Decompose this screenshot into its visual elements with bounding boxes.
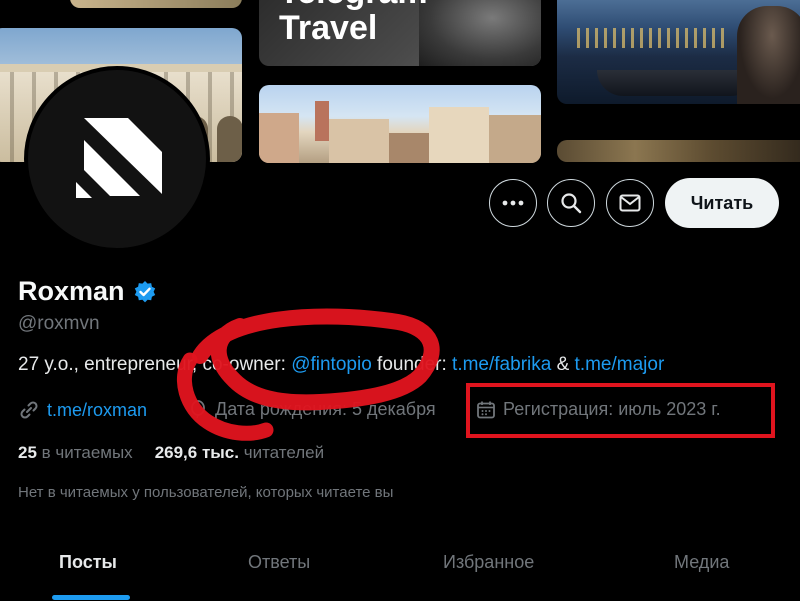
- roxman-logo-icon: [76, 118, 162, 198]
- followers-you-know-note: Нет в читаемых у пользователей, которых …: [18, 484, 394, 501]
- website-item: t.me/roxman: [18, 399, 147, 421]
- banner-photo-bottom-right: [557, 140, 800, 162]
- following-link[interactable]: 25 в читаемых: [18, 443, 133, 462]
- verified-badge-icon[interactable]: [133, 280, 157, 309]
- envelope-icon: [619, 194, 641, 212]
- handle: @roxmvn: [18, 313, 100, 334]
- red-box-annotation: [466, 383, 775, 438]
- search-icon: [561, 193, 582, 214]
- banner-photo-venice: [259, 85, 541, 163]
- more-button[interactable]: [489, 179, 537, 227]
- red-scribble-annotation: [176, 308, 440, 441]
- following-count: 25: [18, 443, 37, 462]
- tab-posts[interactable]: Посты: [59, 552, 117, 573]
- bio-text: &: [551, 354, 575, 375]
- tab-highlights[interactable]: Избранное: [443, 552, 534, 573]
- banner-photo-top-left: [70, 0, 242, 8]
- more-horizontal-icon: [502, 200, 524, 206]
- tab-replies[interactable]: Ответы: [248, 552, 310, 573]
- link-icon: [20, 401, 38, 419]
- banner-caption-line2: Travel: [279, 9, 378, 47]
- following-label: в читаемых: [41, 443, 133, 462]
- banner-photo-telegram-travel: Telegram Travel: [259, 0, 541, 66]
- website-link[interactable]: t.me/roxman: [47, 400, 147, 421]
- bio-link[interactable]: t.me/fabrika: [452, 354, 551, 375]
- banner-photo-night-canal: [557, 0, 800, 104]
- avatar[interactable]: [24, 66, 210, 252]
- message-button[interactable]: [606, 179, 654, 227]
- search-button[interactable]: [547, 179, 595, 227]
- follow-button[interactable]: Читать: [665, 178, 779, 228]
- display-name: Roxman: [18, 276, 125, 306]
- bio-link[interactable]: t.me/major: [575, 354, 665, 375]
- tab-media[interactable]: Медиа: [674, 552, 729, 573]
- active-tab-indicator: [52, 595, 130, 600]
